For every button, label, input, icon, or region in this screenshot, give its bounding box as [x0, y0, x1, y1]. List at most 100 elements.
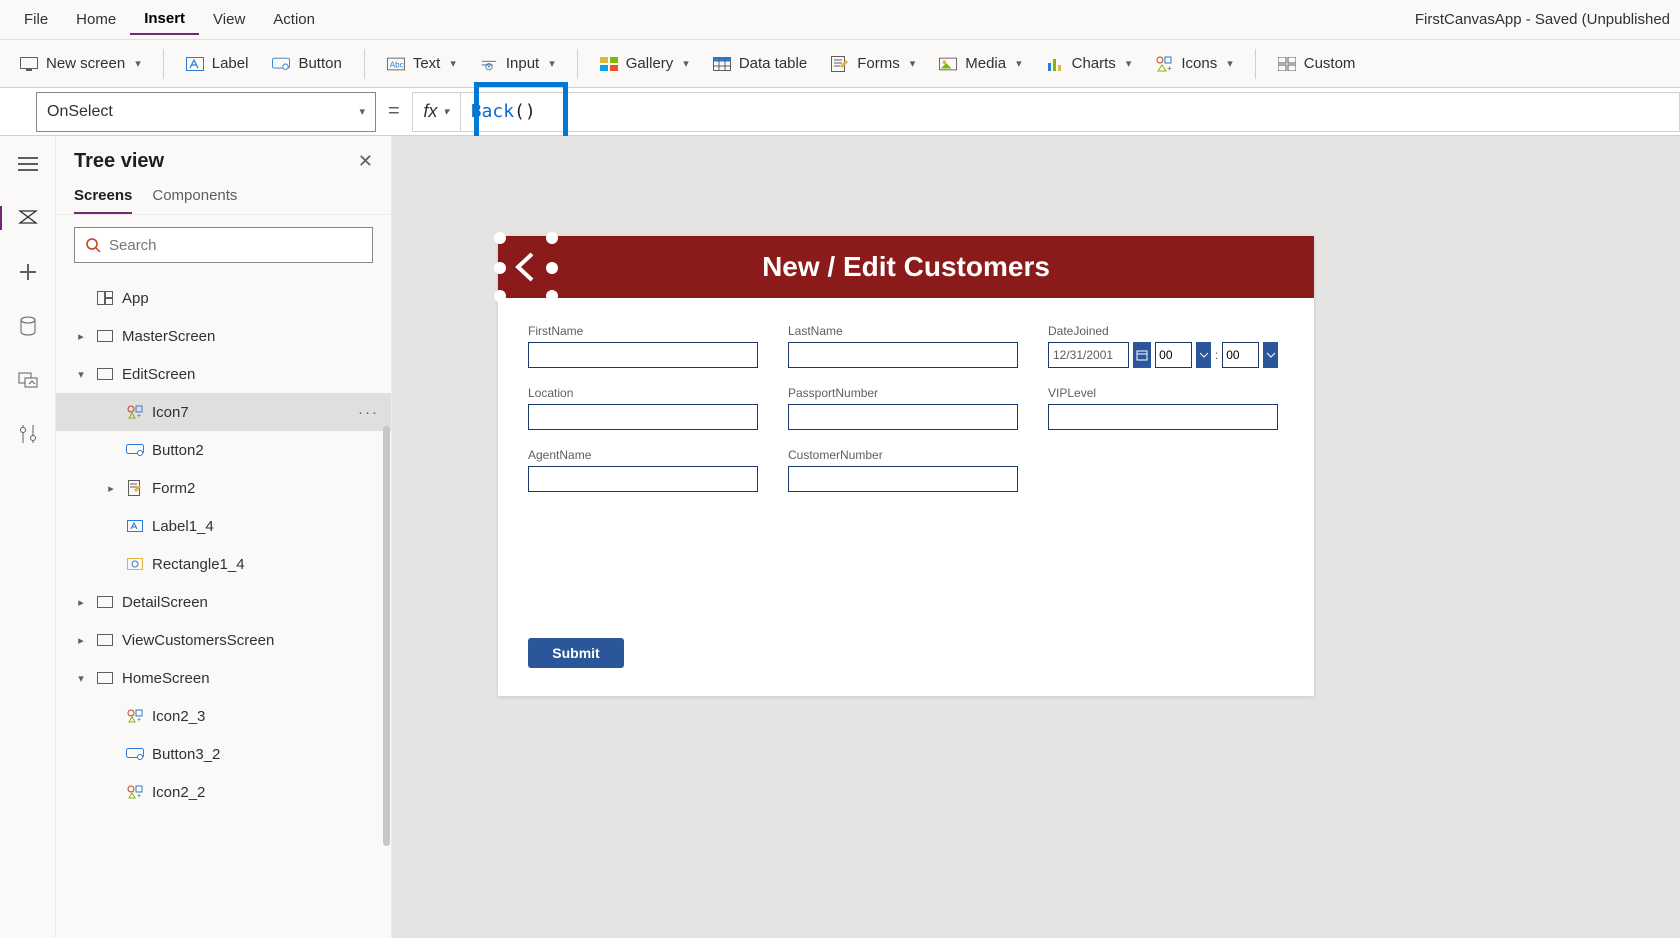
icons-btn-label: Icons: [1181, 55, 1217, 72]
treeview-icon[interactable]: [14, 204, 42, 232]
add-icon[interactable]: [14, 258, 42, 286]
field-passport: PassportNumber: [788, 386, 1018, 430]
label-custnum: CustomerNumber: [788, 448, 1018, 462]
caret-icon[interactable]: ▸: [104, 482, 118, 495]
input-custnum[interactable]: [788, 466, 1018, 492]
tree-item-homescreen[interactable]: ▾HomeScreen: [56, 659, 391, 697]
tab-screens[interactable]: Screens: [74, 187, 132, 214]
menu-insert[interactable]: Insert: [130, 4, 199, 35]
caret-icon[interactable]: ▸: [74, 596, 88, 609]
tree-item-button2[interactable]: Button2: [56, 431, 391, 469]
tree-search-input[interactable]: [109, 237, 362, 254]
input-firstname[interactable]: [528, 342, 758, 368]
submit-button[interactable]: Submit: [528, 638, 624, 668]
custom-button[interactable]: Custom: [1268, 49, 1366, 79]
tree-item-form2[interactable]: ▸Form2: [56, 469, 391, 507]
formula-bar-input[interactable]: Back(): [460, 92, 1680, 132]
label-btn-label: Label: [212, 55, 249, 72]
caret-icon[interactable]: ▸: [74, 634, 88, 647]
label-icon: [186, 55, 204, 73]
handle-icon[interactable]: [546, 290, 558, 302]
property-selector-value: OnSelect: [47, 103, 113, 121]
edit-screen-canvas[interactable]: New / Edit Customers FirstName LastName …: [498, 236, 1314, 696]
tab-components[interactable]: Components: [152, 187, 237, 214]
data-icon[interactable]: [14, 312, 42, 340]
input-btn-label: Input: [506, 55, 539, 72]
tree-item-viewcustomersscreen[interactable]: ▸ViewCustomersScreen: [56, 621, 391, 659]
tree-item-label: DetailScreen: [122, 594, 208, 611]
handle-icon[interactable]: [494, 232, 506, 244]
label-button[interactable]: Label: [176, 49, 259, 79]
input-location[interactable]: [528, 404, 758, 430]
settings-rail-icon[interactable]: [14, 420, 42, 448]
formula-parentheses: (): [514, 101, 536, 122]
tree-item-editscreen[interactable]: ▾EditScreen: [56, 355, 391, 393]
datatable-button[interactable]: Data table: [703, 49, 817, 79]
hamburger-icon[interactable]: [14, 150, 42, 178]
tree-item-app[interactable]: App: [56, 279, 391, 317]
svg-text:+: +: [137, 717, 141, 723]
handle-icon[interactable]: [546, 262, 558, 274]
tree-item-label1_4[interactable]: Label1_4: [56, 507, 391, 545]
tree-item-icon7[interactable]: +Icon7···: [56, 393, 391, 431]
date-input[interactable]: 12/31/2001: [1048, 342, 1129, 368]
tree-item-rectangle1_4[interactable]: Rectangle1_4: [56, 545, 391, 583]
input-passport[interactable]: [788, 404, 1018, 430]
media-button[interactable]: Media ▾: [929, 49, 1031, 79]
menu-view[interactable]: View: [199, 5, 259, 34]
input-vip[interactable]: [1048, 404, 1278, 430]
chevron-down-icon[interactable]: [1263, 342, 1278, 368]
handle-icon[interactable]: [494, 262, 506, 274]
tree-item-icon2_2[interactable]: +Icon2_2: [56, 773, 391, 811]
tree-item-button3_2[interactable]: Button3_2: [56, 735, 391, 773]
caret-icon[interactable]: ▾: [74, 368, 88, 381]
menu-action[interactable]: Action: [259, 5, 329, 34]
separator: [163, 49, 164, 79]
input-button[interactable]: Input ▾: [470, 49, 565, 79]
chevron-down-icon: ▾: [1016, 57, 1022, 70]
tree-search-box[interactable]: [74, 227, 373, 263]
close-icon[interactable]: ✕: [358, 151, 373, 172]
chevron-down-icon: ▾: [1126, 57, 1132, 70]
calendar-icon[interactable]: [1133, 342, 1151, 368]
custom-icon: [1278, 55, 1296, 73]
menu-home[interactable]: Home: [62, 5, 130, 34]
hour-dropdown[interactable]: 00: [1155, 342, 1192, 368]
new-screen-button[interactable]: New screen ▾: [10, 49, 151, 79]
button-button[interactable]: Button: [262, 49, 351, 79]
handle-icon[interactable]: [494, 290, 506, 302]
equals-sign: =: [388, 100, 400, 123]
back-arrow-icon[interactable]: [512, 250, 542, 284]
tree-item-detailscreen[interactable]: ▸ DetailScreen: [56, 583, 391, 621]
tree-item-icon2_3[interactable]: +Icon2_3: [56, 697, 391, 735]
property-selector[interactable]: OnSelect ▾: [36, 92, 376, 132]
input-agent[interactable]: [528, 466, 758, 492]
handle-icon[interactable]: [546, 232, 558, 244]
gallery-button[interactable]: Gallery ▾: [590, 49, 699, 79]
hour-value: 00: [1159, 348, 1172, 362]
caret-icon[interactable]: ▾: [74, 672, 88, 685]
input-lastname[interactable]: [788, 342, 1018, 368]
charts-button[interactable]: Charts ▾: [1036, 49, 1142, 79]
fx-label: fx: [423, 101, 437, 122]
tree-item-masterscreen[interactable]: ▸MasterScreen: [56, 317, 391, 355]
chevron-down-icon: ▾: [910, 57, 916, 70]
media-rail-icon[interactable]: [14, 366, 42, 394]
label-datejoined: DateJoined: [1048, 324, 1278, 338]
forms-button[interactable]: Forms ▾: [821, 49, 925, 79]
selection-handles[interactable]: [498, 236, 554, 298]
chevron-down-icon[interactable]: [1196, 342, 1211, 368]
scrollbar-thumb[interactable]: [383, 426, 390, 846]
icons-button[interactable]: + Icons ▾: [1145, 49, 1242, 79]
more-icon[interactable]: ···: [358, 404, 379, 421]
label-passport: PassportNumber: [788, 386, 1018, 400]
minute-dropdown[interactable]: 00: [1222, 342, 1259, 368]
svg-text:Abc: Abc: [390, 60, 404, 69]
caret-icon[interactable]: ▸: [74, 330, 88, 343]
text-btn-label: Text: [413, 55, 441, 72]
custom-btn-label: Custom: [1304, 55, 1356, 72]
text-button[interactable]: Abc Text ▾: [377, 49, 466, 79]
tree-list: App▸MasterScreen▾EditScreen+Icon7···Butt…: [56, 275, 391, 917]
menu-file[interactable]: File: [10, 5, 62, 34]
fx-button[interactable]: fx ▾: [412, 92, 460, 132]
